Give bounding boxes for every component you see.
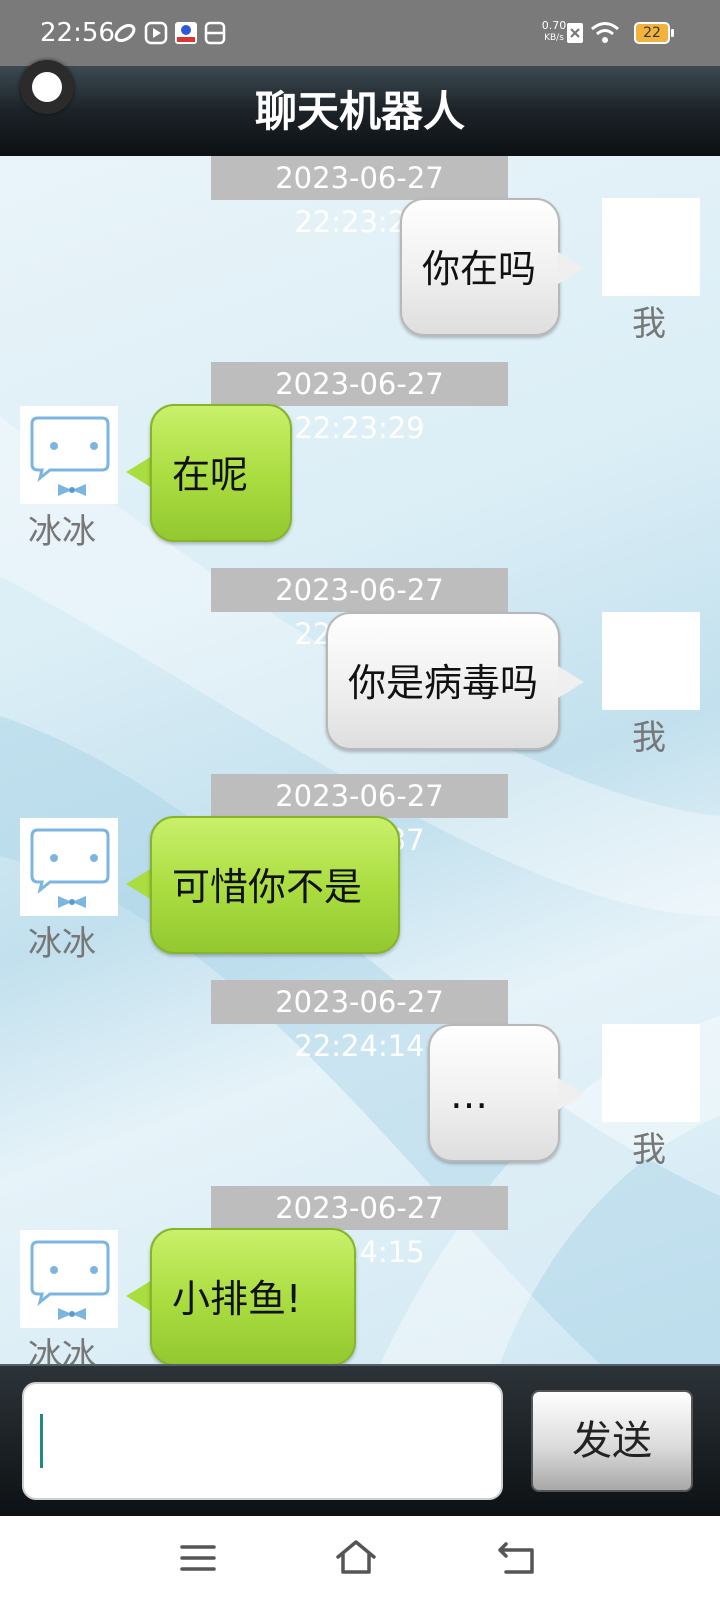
bot-avatar-icon[interactable]	[20, 818, 118, 916]
card-icon	[204, 21, 226, 45]
message-timestamp: 2023-06-27 22:24:14	[211, 980, 508, 1063]
background-wave	[0, 416, 720, 1364]
network-speed-unit: KB/s	[544, 33, 564, 43]
message-bubble-bot[interactable]: 小排鱼!	[150, 1228, 356, 1364]
bubble-tail	[126, 868, 152, 900]
message-input[interactable]	[22, 1382, 503, 1500]
message-timestamp: 2023-06-27 22:23:35	[211, 568, 508, 651]
bubble-tail	[558, 252, 584, 284]
network-speed-value: 0.70	[541, 19, 567, 32]
sender-name: 我	[632, 718, 666, 758]
status-time: 22:56	[40, 18, 115, 48]
home-icon[interactable]	[334, 1536, 378, 1580]
navigation-bar	[0, 1516, 720, 1600]
input-bar: 发送	[0, 1364, 720, 1516]
send-button[interactable]: 发送	[531, 1390, 693, 1492]
text-cursor	[40, 1414, 43, 1468]
sender-name: 我	[632, 1130, 666, 1170]
bubble-tail	[126, 456, 152, 488]
menu-icon[interactable]	[176, 1536, 220, 1580]
network-speed: 0.70 KB/s	[540, 20, 568, 44]
bubble-tail	[558, 1078, 584, 1110]
wifi-icon	[591, 22, 619, 43]
sync-icon	[114, 23, 136, 43]
message-bubble-bot[interactable]: 可惜你不是	[150, 816, 400, 954]
message-bubble-user[interactable]: …	[428, 1024, 560, 1162]
user-avatar[interactable]	[602, 612, 700, 710]
sender-name: 冰冰	[28, 1336, 96, 1364]
floating-assistive-button[interactable]	[20, 60, 74, 114]
message-timestamp: 2023-06-27 22:23:28	[211, 156, 508, 239]
status-bar: 22:56 0.70 KB/s 22	[0, 0, 720, 66]
bubble-tail	[558, 666, 584, 698]
back-icon[interactable]	[496, 1536, 540, 1580]
message-bubble-user[interactable]: 你是病毒吗	[326, 612, 560, 750]
sim-off-icon	[567, 23, 583, 43]
bot-avatar-icon[interactable]	[20, 1230, 118, 1328]
chat-list[interactable]: 2023-06-27 22:23:28 你在吗 我 2023-06-27 22:…	[0, 156, 720, 1364]
message-timestamp: 2023-06-27 22:24:15	[211, 1186, 508, 1269]
message-timestamp: 2023-06-27 22:23:37	[211, 774, 508, 857]
sender-name: 我	[632, 304, 666, 344]
title-bar: 聊天机器人	[0, 66, 720, 156]
message-bubble-bot[interactable]: 在呢	[150, 404, 292, 542]
user-avatar[interactable]	[602, 198, 700, 296]
bubble-tail	[126, 1280, 152, 1312]
app-notification-icon	[175, 22, 197, 44]
message-bubble-user[interactable]: 你在吗	[400, 198, 560, 336]
message-timestamp: 2023-06-27 22:23:29	[211, 362, 508, 445]
user-avatar[interactable]	[602, 1024, 700, 1122]
page-title: 聊天机器人	[254, 87, 465, 136]
bot-avatar-icon[interactable]	[20, 406, 118, 504]
sender-name: 冰冰	[28, 924, 96, 964]
battery-indicator: 22	[634, 22, 674, 44]
play-icon	[144, 21, 168, 45]
sender-name: 冰冰	[28, 512, 96, 552]
